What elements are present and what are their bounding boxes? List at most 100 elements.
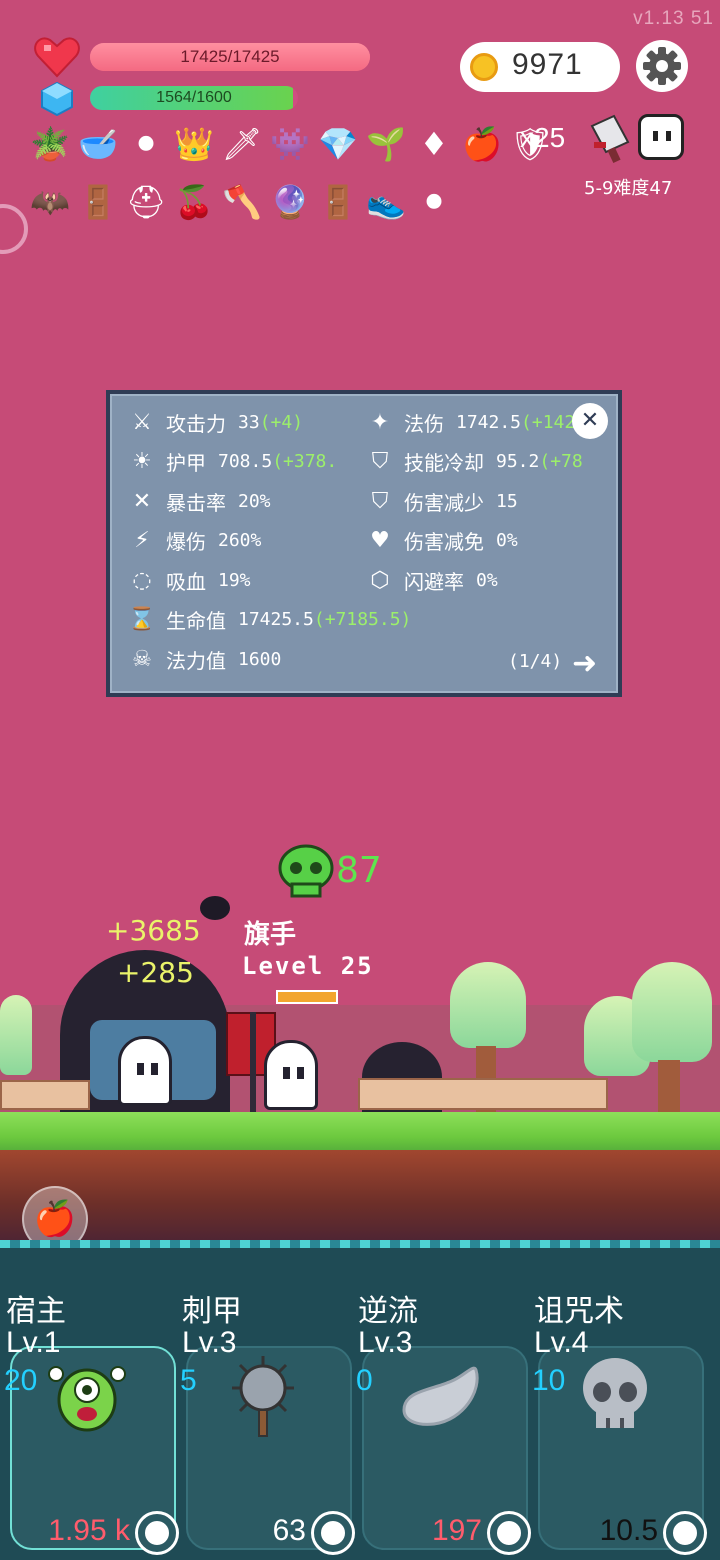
mana-crystal-icon <box>41 82 73 116</box>
stat-value: 17425.5 <box>238 609 314 630</box>
heart-icon <box>34 37 80 78</box>
mortar-icon[interactable]: 🥣 <box>76 122 120 166</box>
cleaver-icon <box>590 114 630 164</box>
stat-health: ⌛ 生命值 17425.5 (+7185.5) <box>126 605 411 634</box>
skill-count: 10 <box>532 1364 566 1397</box>
magic-wand-icon: ✦ <box>370 410 390 435</box>
stat-label: 爆伤 <box>166 530 206 554</box>
version-label: v1.13 51 <box>633 8 714 29</box>
close-button[interactable]: ✕ <box>572 403 608 439</box>
crystal-ball-icon[interactable]: 🔮 <box>268 180 312 224</box>
crown-icon[interactable]: 👑 <box>172 122 216 166</box>
enemy-health-bar <box>276 990 338 1004</box>
coin-icon <box>470 53 498 81</box>
skill-cost: 63 <box>272 1514 306 1547</box>
stat-dodge: ⬡ 闪避率 0% <box>364 566 497 595</box>
stat-crit-rate: ✕ 暴击率 20% <box>126 487 271 516</box>
upgrade-ring-icon[interactable] <box>666 1514 704 1552</box>
stat-label: 技能冷却 <box>404 451 484 475</box>
coin-counter[interactable]: 9971 <box>460 42 620 92</box>
stat-cooldown: ⛉ 技能冷却 95.2 (+78 <box>364 447 618 476</box>
stat-label: 法伤 <box>404 412 444 436</box>
stat-label: 暴击率 <box>166 491 226 515</box>
stat-bonus: (+7185.5) <box>313 609 412 630</box>
skill-cost: 10.5 <box>599 1514 658 1547</box>
skill-slot-2[interactable]: 刺甲 Lv.3 5 63 <box>176 1280 352 1560</box>
bat-icon[interactable]: 🦇 <box>28 180 72 224</box>
stat-bonus: (+78 <box>539 451 583 472</box>
upgrade-ring-icon[interactable] <box>490 1514 528 1552</box>
green-eyeball-monster-icon <box>48 1366 126 1432</box>
skill-name: 逆流 <box>358 1294 418 1329</box>
cauldron-icon[interactable]: ⚫ <box>412 180 456 224</box>
spiked-mace-icon <box>232 1356 294 1437</box>
stat-value: 20% <box>238 491 271 512</box>
wisp-icon <box>402 1366 479 1426</box>
skill-cost: 1.95 k <box>48 1514 130 1547</box>
battle-axe-icon: ⚔ <box>132 410 152 435</box>
hexagon-gem-icon: ⬡ <box>370 568 390 593</box>
cauldron-icon[interactable]: ⚫ <box>124 122 168 166</box>
stat-damage-reduce: ⛉ 伤害减少 15 <box>364 487 518 516</box>
tombstone-icon[interactable]: 🚪 <box>316 180 360 224</box>
skill-slot-3[interactable]: 逆流 Lv.3 0 197 <box>352 1280 528 1560</box>
settings-gear-button[interactable] <box>636 40 688 92</box>
skill-slot-1[interactable]: 宿主 Lv.1 20 1.95 k <box>0 1280 176 1560</box>
stat-value: 1742.5 <box>456 412 522 433</box>
stat-value: 1600 <box>238 649 282 670</box>
coin-amount: 9971 <box>512 48 583 81</box>
viking-helmet-icon[interactable]: ⛑ <box>124 180 168 224</box>
mana-text: 1564/1600 <box>156 89 232 106</box>
enemy-flag-bearer <box>264 1040 318 1110</box>
stat-label: 闪避率 <box>404 570 464 594</box>
sapling-icon[interactable]: 🌱 <box>364 122 408 166</box>
sun-icon: ☀ <box>132 449 152 474</box>
stage-difficulty: 5-9难度47 <box>584 178 673 199</box>
tombstone-icon[interactable]: 🚪 <box>76 180 120 224</box>
tree <box>0 995 32 1075</box>
upgrade-ring-icon[interactable] <box>138 1514 176 1552</box>
skull-icon <box>583 1358 647 1428</box>
stat-label: 生命值 <box>166 609 226 633</box>
poison-damage: 87 <box>336 850 382 891</box>
next-page-arrow-icon[interactable]: ➜ <box>572 646 597 681</box>
potted-plant-icon[interactable]: 🪴 <box>28 122 72 166</box>
apple-icon: 🍎 <box>33 1199 77 1239</box>
ruby-icon[interactable]: ♦ <box>412 122 456 166</box>
stat-damage-immune: ♥ 伤害减免 0% <box>364 526 518 555</box>
sneaker-icon[interactable]: 👟 <box>364 180 408 224</box>
stat-attack: ⚔ 攻击力 33 (+4) <box>126 408 303 437</box>
ring-dots-icon: ◌ <box>132 568 152 593</box>
upgrade-ring-icon[interactable] <box>314 1514 352 1552</box>
lightning-icon: ⚡ <box>134 528 150 553</box>
player-character <box>118 1036 172 1106</box>
apple-icon[interactable]: 🍎 <box>460 122 504 166</box>
stat-mana: ☠ 法力值 1600 <box>126 645 281 674</box>
cherry-icon[interactable]: 🍒 <box>172 180 216 224</box>
diamond-icon[interactable]: 💎 <box>316 122 360 166</box>
stat-lifesteal: ◌ 吸血 19% <box>126 566 250 595</box>
smoke-puff <box>200 896 230 920</box>
page-indicator: (1/4) <box>508 651 563 672</box>
skill-count: 5 <box>180 1364 197 1397</box>
stat-value: 0% <box>496 530 518 551</box>
axe-icon[interactable]: 🪓 <box>220 180 264 224</box>
stat-label: 攻击力 <box>166 412 226 436</box>
stat-label: 法力值 <box>166 649 226 673</box>
side-bubble-button[interactable] <box>0 204 28 254</box>
skill-name: 宿主 <box>6 1294 66 1329</box>
skill-slot-4[interactable]: 诅咒术 Lv.4 10 10.5 <box>528 1280 704 1560</box>
damage-popup: +3685 <box>106 914 201 947</box>
stat-value: 95.2 <box>496 451 540 472</box>
stat-label: 护甲 <box>166 451 206 475</box>
enemy-level: Level 25 <box>242 952 374 980</box>
skill-count: 20 <box>4 1364 38 1397</box>
skill-cost: 197 <box>431 1514 482 1547</box>
stat-crit-damage: ⚡ 爆伤 260% <box>126 526 261 555</box>
stat-bonus: (+4) <box>259 412 304 433</box>
dirt-ground <box>0 1150 720 1240</box>
green-monster-icon[interactable]: 👾 <box>268 122 312 166</box>
mana-bar: 1564/1600 <box>90 86 298 110</box>
sword-icon[interactable]: 🗡 <box>220 122 264 166</box>
stat-bonus: (+378. <box>272 451 338 472</box>
